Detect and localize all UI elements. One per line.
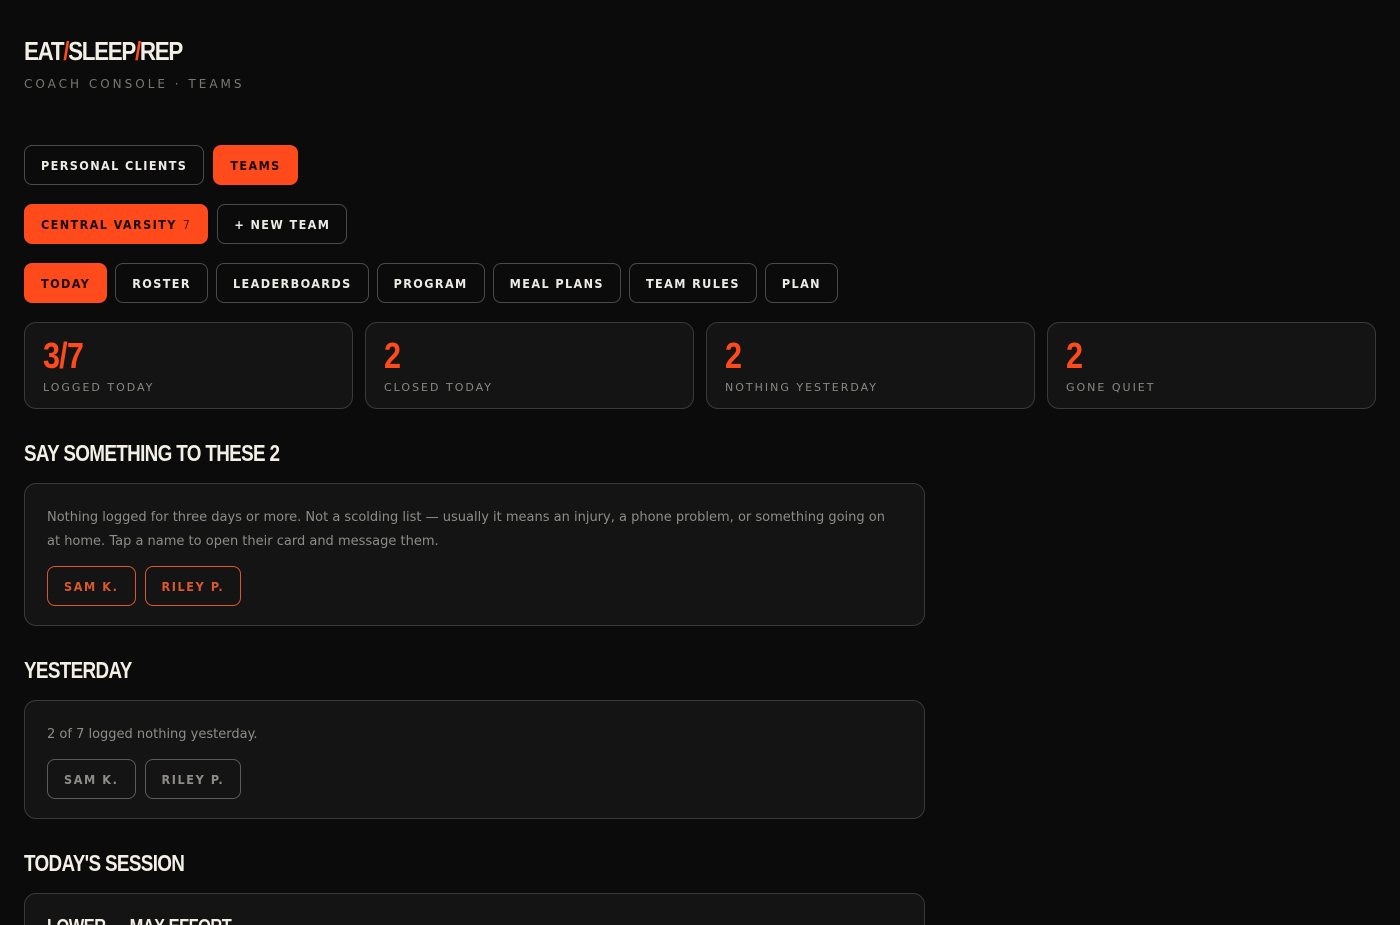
stat-value: 2 bbox=[384, 335, 401, 376]
stat-label: LOGGED TODAY bbox=[43, 381, 155, 394]
coach-console-page: EAT/SLEEP/REP COACH CONSOLE · TEAMS PERS… bbox=[0, 0, 1400, 925]
gone-quiet-description: Nothing logged for three days or more. N… bbox=[47, 510, 885, 549]
stats-row: 3/7 LOGGED TODAY 2 CLOSED TODAY 2 NOTHIN… bbox=[24, 322, 1376, 409]
stat-value: 2 bbox=[725, 335, 742, 376]
stat-value: 2 bbox=[1066, 335, 1083, 376]
stat-nothing-yesterday: 2 NOTHING YESTERDAY bbox=[706, 322, 1035, 409]
stat-closed-today: 2 CLOSED TODAY bbox=[365, 322, 694, 409]
brand-logo[interactable]: EAT/SLEEP/REP bbox=[24, 36, 183, 67]
gone-quiet-heading: SAY SOMETHING TO THESE 2 bbox=[24, 440, 280, 466]
session-name: LOWER — MAX EFFORT bbox=[47, 916, 748, 925]
tab-program[interactable]: PROGRAM bbox=[376, 263, 485, 303]
team-central-varsity-button[interactable]: CENTRAL VARSITY 7 bbox=[24, 204, 209, 244]
yesterday-names: SAM K. RILEY P. bbox=[47, 759, 902, 799]
team-selector: CENTRAL VARSITY 7 + NEW TEAM bbox=[24, 204, 348, 244]
team-name: CENTRAL VARSITY bbox=[41, 216, 177, 232]
mode-tabs: PERSONAL CLIENTS TEAMS bbox=[24, 145, 298, 185]
tab-teams[interactable]: TEAMS bbox=[213, 145, 298, 185]
stat-label: CLOSED TODAY bbox=[384, 381, 494, 394]
tab-leaderboards[interactable]: LEADERBOARDS bbox=[215, 263, 369, 303]
tab-plan[interactable]: PLAN bbox=[764, 263, 838, 303]
tab-personal-clients[interactable]: PERSONAL CLIENTS bbox=[24, 145, 205, 185]
section-tabs: TODAY ROSTER LEADERBOARDS PROGRAM MEAL P… bbox=[24, 263, 838, 303]
gone-quiet-card: Nothing logged for three days or more. N… bbox=[24, 483, 925, 626]
page-subtitle: COACH CONSOLE · TEAMS bbox=[24, 77, 245, 91]
stat-label: GONE QUIET bbox=[1066, 381, 1156, 394]
team-member-count: 7 bbox=[182, 216, 192, 232]
stat-value: 3/7 bbox=[43, 335, 84, 376]
athlete-chip-sam-k[interactable]: SAM K. bbox=[47, 566, 136, 606]
stat-logged-today: 3/7 LOGGED TODAY bbox=[24, 322, 353, 409]
stat-gone-quiet: 2 GONE QUIET bbox=[1047, 322, 1376, 409]
new-team-button[interactable]: + NEW TEAM bbox=[217, 204, 348, 244]
stat-label: NOTHING YESTERDAY bbox=[725, 381, 879, 394]
todays-session-card: LOWER — MAX EFFORT bbox=[24, 893, 925, 925]
yesterday-card: 2 of 7 logged nothing yesterday. SAM K. … bbox=[24, 700, 925, 819]
todays-session-heading: TODAY'S SESSION bbox=[24, 850, 185, 876]
athlete-chip-riley-p[interactable]: RILEY P. bbox=[144, 759, 242, 799]
tab-team-rules[interactable]: TEAM RULES bbox=[628, 263, 757, 303]
athlete-chip-sam-k[interactable]: SAM K. bbox=[47, 759, 136, 799]
athlete-chip-riley-p[interactable]: RILEY P. bbox=[144, 566, 242, 606]
tab-meal-plans[interactable]: MEAL PLANS bbox=[492, 263, 621, 303]
yesterday-description: 2 of 7 logged nothing yesterday. bbox=[47, 727, 258, 742]
gone-quiet-names: SAM K. RILEY P. bbox=[47, 566, 902, 606]
tab-roster[interactable]: ROSTER bbox=[115, 263, 208, 303]
tab-today[interactable]: TODAY bbox=[24, 263, 108, 303]
yesterday-heading: YESTERDAY bbox=[24, 657, 132, 683]
